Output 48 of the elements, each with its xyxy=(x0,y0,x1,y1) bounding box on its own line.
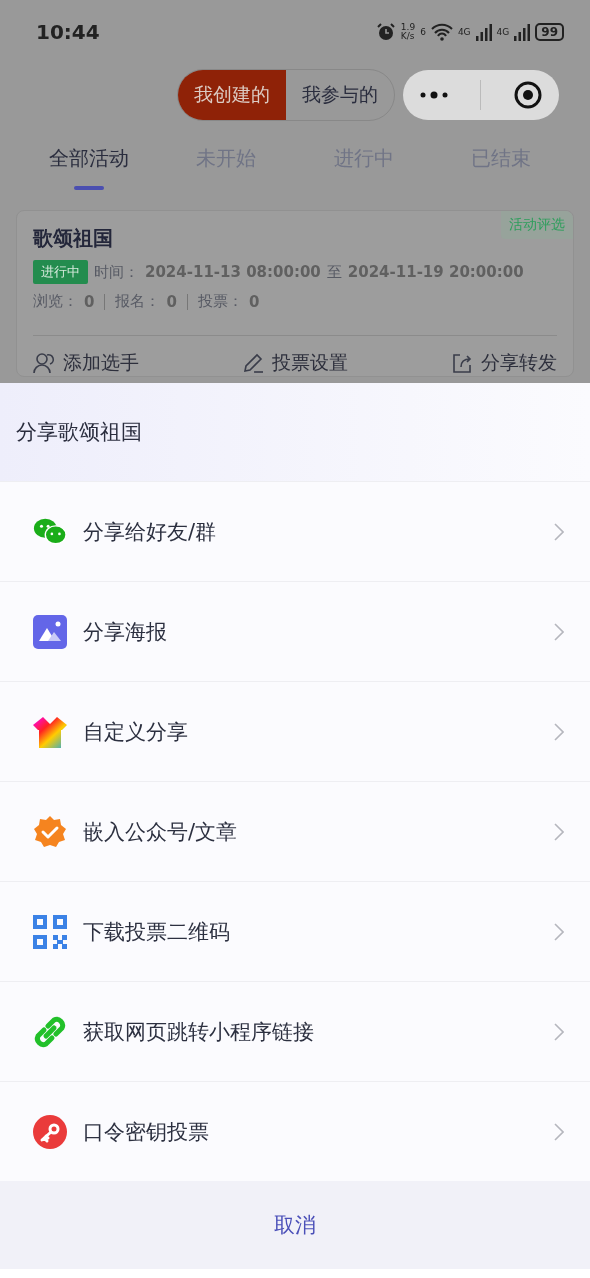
activity-title: 歌颂祖国 xyxy=(33,225,114,252)
image-icon xyxy=(33,614,67,649)
sheet-title: 分享歌颂祖国 xyxy=(16,419,142,446)
chevron-right-icon xyxy=(554,1122,564,1141)
network-type-label: 4G xyxy=(496,27,510,37)
chevron-right-icon xyxy=(554,622,564,641)
battery-indicator: 99 xyxy=(535,23,564,41)
chevron-right-icon xyxy=(554,1022,564,1041)
category-tag: 活动评选 xyxy=(501,211,573,239)
segment-tab[interactable]: 我参与的 xyxy=(286,70,394,120)
network-type-label: 4G xyxy=(457,27,471,37)
wifi-label: 6 xyxy=(420,27,426,37)
stat-value: 0 xyxy=(84,292,95,311)
end-time: 2024-11-19 20:00:00 xyxy=(347,263,524,281)
qr-code-icon xyxy=(33,914,67,949)
checkmark-badge-icon xyxy=(33,814,67,849)
chevron-right-icon xyxy=(554,522,564,541)
alarm-icon xyxy=(375,22,396,42)
link-icon xyxy=(33,1014,67,1049)
key-icon xyxy=(33,1114,67,1149)
stat-value: 0 xyxy=(166,292,177,311)
card-action[interactable]: 添加选手 xyxy=(33,350,139,376)
stat-label: 浏览： xyxy=(33,292,78,311)
clock-time: 10:44 xyxy=(36,20,100,44)
network-speed: 1.9 K/s xyxy=(400,23,416,41)
chevron-right-icon xyxy=(554,922,564,941)
range-separator: 至 xyxy=(326,262,342,282)
segment-tab[interactable]: 我创建的 xyxy=(178,70,286,120)
stat-label: 报名： xyxy=(115,292,161,311)
cancel-button[interactable]: 取消 xyxy=(0,1181,590,1269)
card-action[interactable]: 分享转发 xyxy=(451,350,557,376)
more-icon[interactable] xyxy=(418,90,449,100)
start-time: 2024-11-13 08:00:00 xyxy=(145,263,321,281)
shirt-icon xyxy=(33,714,67,749)
share-icon xyxy=(451,352,473,374)
chevron-right-icon xyxy=(554,822,564,841)
filter-tab[interactable]: 全部活动 xyxy=(20,126,158,196)
signal-icon xyxy=(475,23,492,41)
card-action[interactable]: 投票设置 xyxy=(242,350,348,376)
stat-label: 投票： xyxy=(197,292,243,311)
time-label: 时间： xyxy=(94,262,139,282)
pencil-icon xyxy=(242,352,264,374)
signal-icon xyxy=(514,23,531,41)
wifi-icon xyxy=(430,23,453,41)
stat-value: 0 xyxy=(248,292,260,311)
chevron-right-icon xyxy=(554,722,564,741)
status-tag: 进行中 xyxy=(33,260,88,284)
person-icon xyxy=(33,352,55,374)
